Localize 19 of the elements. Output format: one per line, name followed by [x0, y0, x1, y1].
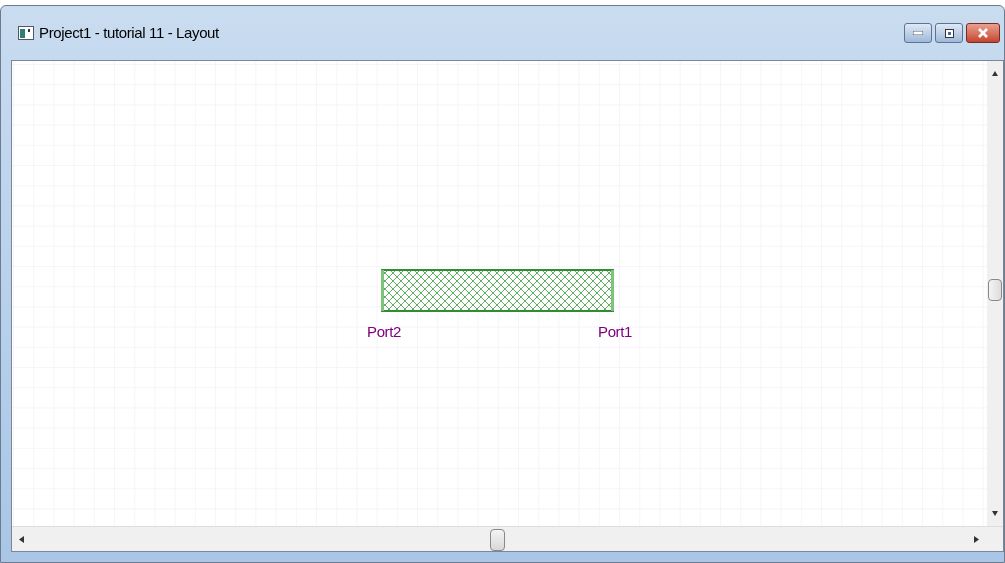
scroll-up-arrow[interactable]	[992, 71, 998, 76]
minimize-button[interactable]	[904, 23, 932, 43]
scroll-right-arrow[interactable]	[974, 536, 979, 543]
scroll-down-arrow[interactable]	[992, 511, 998, 516]
close-button[interactable]	[966, 23, 1000, 43]
window-title: Project1 - tutorial 11 - Layout	[39, 22, 219, 43]
layout-canvas[interactable]: Port2 Port1	[12, 61, 987, 526]
port-label: Port2	[367, 322, 401, 342]
restore-icon	[944, 28, 954, 38]
scroll-left-arrow[interactable]	[19, 536, 24, 543]
horizontal-scrollbar[interactable]	[12, 526, 1003, 551]
maximize-button[interactable]	[935, 23, 963, 43]
port-label: Port1	[598, 322, 632, 342]
app-icon	[18, 26, 34, 40]
minimize-icon	[913, 31, 923, 35]
close-icon	[978, 28, 988, 38]
scroll-thumb[interactable]	[988, 279, 1002, 301]
vertical-scrollbar[interactable]	[987, 61, 1003, 526]
scroll-thumb[interactable]	[490, 529, 505, 551]
